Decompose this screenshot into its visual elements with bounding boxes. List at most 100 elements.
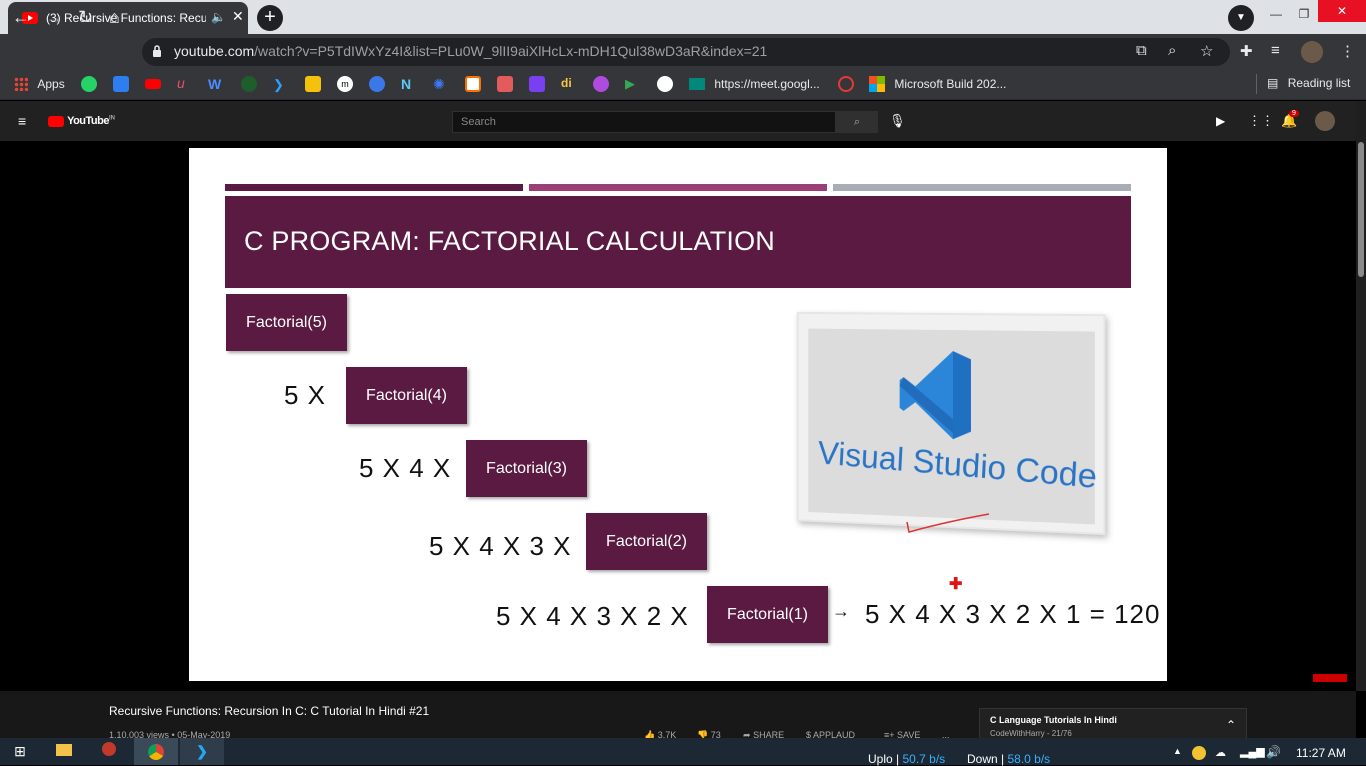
zoom-icon[interactable]: ⌕ [1168,42,1176,59]
bookmark-star-icon[interactable]: ☆ [1200,42,1213,60]
result-arrow-icon: → [832,601,850,621]
media-control-icon[interactable]: ≡ [1271,42,1280,59]
image-icon[interactable] [305,76,321,92]
volume-icon[interactable]: 🔊 [1266,745,1281,759]
playlist-channel-position: CodeWithHarry - 21/76 [990,729,1072,738]
whatsapp-icon[interactable] [81,76,97,92]
file-explorer-icon[interactable] [44,738,84,765]
bookmarks-bar [0,68,1366,100]
meet-bookmark[interactable]: https://meet.googl... [689,76,820,92]
scrollbar-thumb[interactable] [1358,142,1364,277]
reading-list-icon: ▤ [1267,76,1279,90]
factorial-4-box: Factorial(4) [346,367,467,424]
taskbar-clock[interactable]: 11:27 AM [1296,746,1346,760]
red-underline-mark [906,513,990,533]
atom-icon[interactable]: ✺ [433,76,449,92]
apps-grid-icon[interactable]: ⋮⋮ [1248,113,1274,129]
microsoft-icon [869,76,885,92]
minimize-icon[interactable]: — [1262,4,1290,24]
youtube-icon[interactable] [145,79,161,89]
notification-badge: 9 [1289,110,1299,117]
app-icon[interactable] [89,738,129,765]
meet-icon [689,77,705,90]
box-icon[interactable] [497,76,513,92]
tab-close-icon[interactable]: ✕ [232,8,244,25]
bookmark-icon[interactable] [113,76,129,92]
apps-bookmark[interactable]: Apps [14,76,65,92]
expression-row-1: 5 X [284,380,327,410]
v-icon[interactable]: ❯ [273,77,289,93]
chrome-taskbar-icon[interactable] [134,738,178,765]
factorial-5-box: Factorial(5) [226,294,347,351]
forward-icon[interactable]: → [45,7,63,28]
windows-start-icon[interactable]: ⊞ [0,738,40,765]
youtube-logo[interactable]: YouTubeIN [48,115,115,127]
green-circle-icon[interactable] [241,76,257,92]
youtube-logo-icon [48,115,64,127]
account-avatar[interactable] [1315,111,1335,131]
menu-kebab-icon[interactable]: ⋮ [1340,42,1355,60]
open-in-app-icon[interactable]: ⧉ [1136,42,1147,59]
profile-avatar[interactable] [1301,41,1323,63]
reading-list-button[interactable]: ▤ Reading list [1267,76,1350,92]
new-tab-button[interactable]: + [257,5,283,31]
download-speed: Down | 58.0 b/s [967,752,1051,766]
play-icon[interactable]: ▶ [625,76,641,92]
red-cross-cursor-icon: ✚ [949,576,963,593]
expression-row-2: 5 X 4 X [359,453,452,483]
upload-speed: Uplo | 50.7 b/s [868,752,946,766]
di-icon[interactable]: di [561,76,577,92]
google-icon[interactable] [657,76,673,92]
slide-accent-bar-2 [529,184,827,191]
youtube-search-input[interactable]: Search [452,111,836,133]
back-icon[interactable]: ← [12,7,30,28]
factorial-3-box: Factorial(3) [466,440,587,497]
tray-network-icon[interactable]: ☁ [1215,746,1226,759]
playlist-collapse-chevron-icon[interactable]: ⌃ [1226,718,1236,732]
search-icon[interactable]: ⌕ [836,111,878,133]
restore-icon[interactable]: ❐ [1290,4,1318,24]
factorial-result: 5 X 4 X 3 X 2 X 1 = 120 [865,599,1161,629]
bookmarks-divider [1256,74,1257,94]
tab-title: (3) Recursive Functions: Recu [46,11,206,25]
vscode-card: Visual Studio Code [796,311,1106,536]
microsoft-build-bookmark[interactable]: Microsoft Build 202... [869,76,1006,92]
m-icon[interactable] [593,76,609,92]
e-icon[interactable] [838,76,854,92]
vscode-taskbar-icon[interactable]: ❯ [180,738,224,765]
speaker-icon[interactable]: 🔈 [211,10,226,24]
tray-app-icon[interactable] [1192,746,1206,760]
doc-icon[interactable] [465,76,481,92]
apps-grid-icon [14,76,28,91]
slide-accent-bar-1 [225,184,523,191]
slide-title: C PROGRAM: FACTORIAL CALCULATION [244,226,775,256]
extensions-icon[interactable]: ✚ [1240,42,1253,60]
medium-icon[interactable]: m [337,76,353,92]
hamburger-menu-icon[interactable]: ≡ [18,113,26,129]
microphone-icon[interactable]: 🎙 [889,113,906,129]
url-text[interactable]: youtube.com/watch?v=P5TdIWxYz4I&list=PLu… [174,43,767,59]
subscribe-watermark[interactable] [1313,674,1347,682]
reload-icon[interactable]: ↻ [78,7,93,28]
factorial-2-box: Factorial(2) [586,513,707,570]
wifi-signal-icon[interactable]: ▂▄▆ [1240,745,1265,758]
video-title: Recursive Functions: Recursion In C: C T… [109,704,430,718]
factorial-1-box: Factorial(1) [707,586,828,643]
expression-row-4: 5 X 4 X 3 X 2 X [496,601,689,631]
create-video-icon[interactable]: ▶ [1216,114,1225,128]
tray-expand-icon[interactable]: ▲ [1173,746,1182,756]
udemy-icon[interactable]: u [177,75,185,91]
window-close-icon[interactable]: ✕ [1318,0,1366,22]
expression-row-3: 5 X 4 X 3 X [429,531,572,561]
c-icon[interactable] [369,76,385,92]
browser-tab[interactable]: (3) Recursive Functions: Recu 🔈 ✕ [8,2,248,34]
bolt-icon[interactable] [529,76,545,92]
w-icon[interactable]: W [208,76,224,92]
slide-accent-bar-3 [833,184,1131,191]
vscode-logo-icon [899,350,971,440]
lock-icon[interactable] [152,44,162,58]
home-icon[interactable]: ⌂ [109,7,120,28]
playlist-title: C Language Tutorials In Hindi [990,715,1117,725]
n-icon[interactable]: N [401,76,417,92]
tab-search-icon[interactable]: ▼ [1228,5,1254,31]
